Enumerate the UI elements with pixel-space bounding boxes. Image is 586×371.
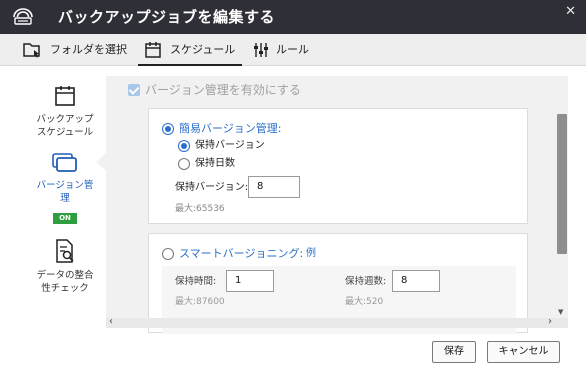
status-badge: ON	[53, 213, 77, 224]
tab-rules-label: ルール	[276, 43, 309, 56]
enable-versioning-checkbox[interactable]	[128, 84, 140, 96]
sliders-icon	[254, 43, 268, 57]
simple-versioning-card: 簡易バージョン管理: 保持バージョン 保持日数 保持バージョン: 8 最大:65…	[148, 108, 528, 224]
sidebar-item-label: バックアップ スケジュール	[36, 114, 94, 138]
window-title: バックアップジョブを編集する	[58, 8, 276, 26]
simple-versioning-title: 簡易バージョン管理:	[179, 122, 282, 135]
folder-select-icon	[23, 43, 40, 58]
scroll-down-icon[interactable]: ▼	[558, 308, 563, 316]
tab-bar: フォルダを選択 スケジュール ルール	[0, 34, 586, 66]
keep-versions-option-label: 保持バージョン	[195, 140, 265, 151]
sidebar-item-label: バージョン管 理	[36, 180, 94, 204]
keep-days-option-label: 保持日数	[195, 158, 235, 169]
hours-label: 保持時間:	[175, 276, 217, 287]
keep-versions-max: 最大:65536	[175, 204, 225, 214]
keep-versions-field-label: 保持バージョン:	[175, 182, 249, 193]
hours-max: 最大:87600	[175, 297, 225, 307]
simple-versioning-radio[interactable]	[162, 123, 174, 135]
sidebar-item-version-management[interactable]: バージョン管 理 ON	[24, 152, 106, 224]
keep-versions-radio[interactable]	[178, 140, 190, 152]
tab-schedule[interactable]: スケジュール	[138, 34, 242, 66]
enable-versioning-label: バージョン管理を有効にする	[145, 83, 301, 97]
weeks-input[interactable]: 8	[392, 270, 440, 292]
title-bar: バックアップジョブを編集する ✕	[0, 0, 586, 34]
tab-rules[interactable]: ルール	[248, 34, 328, 66]
sidebar-item-label: データの整合 性チェック	[36, 270, 94, 294]
keep-versions-input[interactable]: 8	[248, 176, 300, 198]
tab-folder-select-label: フォルダを選択	[50, 43, 127, 56]
close-icon[interactable]: ✕	[565, 4, 576, 20]
calendar-icon	[145, 42, 161, 58]
scroll-left-icon[interactable]: ‹	[109, 316, 113, 327]
cancel-button[interactable]: キャンセル	[487, 341, 560, 363]
scrollbar-thumb[interactable]	[557, 114, 567, 254]
horizontal-scrollbar[interactable]: ‹ ›	[106, 316, 568, 328]
document-search-icon	[56, 239, 74, 263]
tab-schedule-label: スケジュール	[170, 43, 236, 56]
sidebar-item-backup-schedule[interactable]: バックアップ スケジュール	[24, 84, 106, 139]
smart-versioning-title: スマートバージョニング:	[179, 247, 304, 260]
backup-app-icon	[13, 8, 33, 25]
versions-icon	[52, 153, 77, 172]
selection-pointer	[96, 153, 106, 171]
weeks-max: 最大:520	[345, 297, 384, 307]
tab-folder-select[interactable]: フォルダを選択	[14, 34, 138, 66]
vertical-scrollbar[interactable]: ▼	[556, 76, 568, 318]
hours-input[interactable]: 1	[226, 270, 274, 292]
sidebar-item-data-integrity[interactable]: データの整合 性チェック	[24, 238, 106, 295]
weeks-label: 保持週数:	[345, 276, 387, 287]
scroll-right-icon[interactable]: ›	[548, 316, 552, 327]
smart-versioning-radio[interactable]	[162, 248, 174, 260]
keep-days-radio[interactable]	[178, 158, 190, 170]
example-link[interactable]: 例	[306, 247, 316, 261]
calendar-icon	[55, 86, 75, 106]
save-button[interactable]: 保存	[432, 341, 476, 363]
